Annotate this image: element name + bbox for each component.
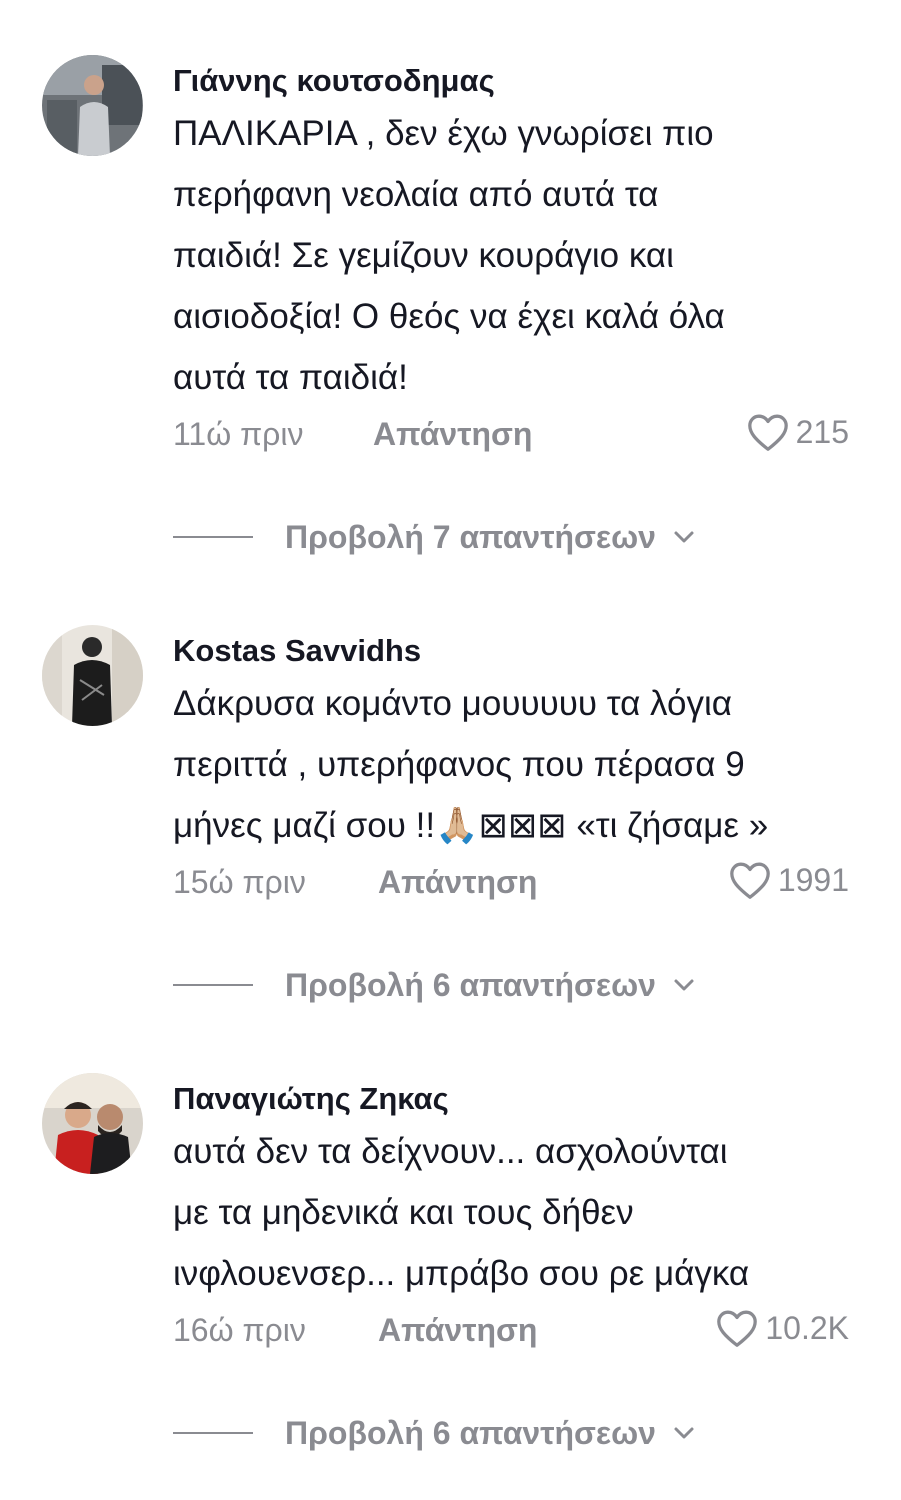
heart-outline-icon — [729, 862, 770, 899]
comment-text: αυτά δεν τα δείχνουν... ασχολούνται με τ… — [173, 1132, 750, 1293]
comment-time: 16ώ πριν — [173, 1312, 306, 1348]
avatar[interactable] — [42, 55, 143, 156]
like-button[interactable]: 1991 — [728, 860, 849, 900]
heart-outline-icon — [747, 414, 788, 451]
reply-button[interactable]: Απάντηση — [378, 1312, 537, 1349]
like-count: 1991 — [777, 861, 849, 898]
reply-button[interactable]: Απάντηση — [373, 416, 532, 453]
like-button[interactable]: 215 — [746, 412, 849, 452]
avatar[interactable] — [42, 625, 143, 726]
comment-time: 11ώ πριν — [173, 416, 304, 452]
comment-username[interactable]: Γιάννης κουτσοδημας — [173, 61, 863, 101]
heart-outline-icon — [717, 1310, 758, 1347]
like-count: 10.2K — [765, 1309, 849, 1346]
comment-username[interactable]: Kostas Savvidhs — [173, 631, 863, 671]
view-replies-button[interactable]: Προβολή 7 απαντήσεων — [173, 517, 696, 557]
view-replies-label: Προβολή 6 απαντήσεων — [285, 1414, 656, 1451]
view-replies-button[interactable]: Προβολή 6 απαντήσεων — [173, 1413, 696, 1453]
chevron-down-icon — [674, 531, 694, 543]
view-replies-label: Προβολή 7 απαντήσεων — [285, 518, 656, 555]
comment-meta: 16ώ πριν Απάντηση 10.2K — [173, 1306, 863, 1354]
avatar[interactable] — [42, 1073, 143, 1174]
chevron-down-icon — [674, 979, 694, 991]
comment-meta: 11ώ πριν Απάντηση 215 — [173, 410, 863, 458]
reply-button[interactable]: Απάντηση — [378, 864, 537, 901]
like-count: 215 — [795, 413, 849, 450]
comment-meta: 15ώ πριν Απάντηση 1991 — [173, 858, 863, 906]
chevron-down-icon — [674, 1427, 694, 1439]
divider-line — [173, 536, 253, 538]
like-button[interactable]: 10.2K — [715, 1308, 849, 1348]
comment-text: Δάκρυσα κομάντο μουυυυυ τα λόγια περιττά… — [173, 684, 769, 845]
comment-time: 15ώ πριν — [173, 864, 306, 900]
comment-text: ΠΑΛΙΚΑΡΙΑ , δεν έχω γνωρίσει πιο περήφαν… — [173, 114, 725, 397]
view-replies-label: Προβολή 6 απαντήσεων — [285, 966, 656, 1003]
divider-line — [173, 984, 253, 986]
view-replies-button[interactable]: Προβολή 6 απαντήσεων — [173, 965, 696, 1005]
comment-username[interactable]: Παναγιώτης Ζηκας — [173, 1079, 863, 1119]
divider-line — [173, 1432, 253, 1434]
